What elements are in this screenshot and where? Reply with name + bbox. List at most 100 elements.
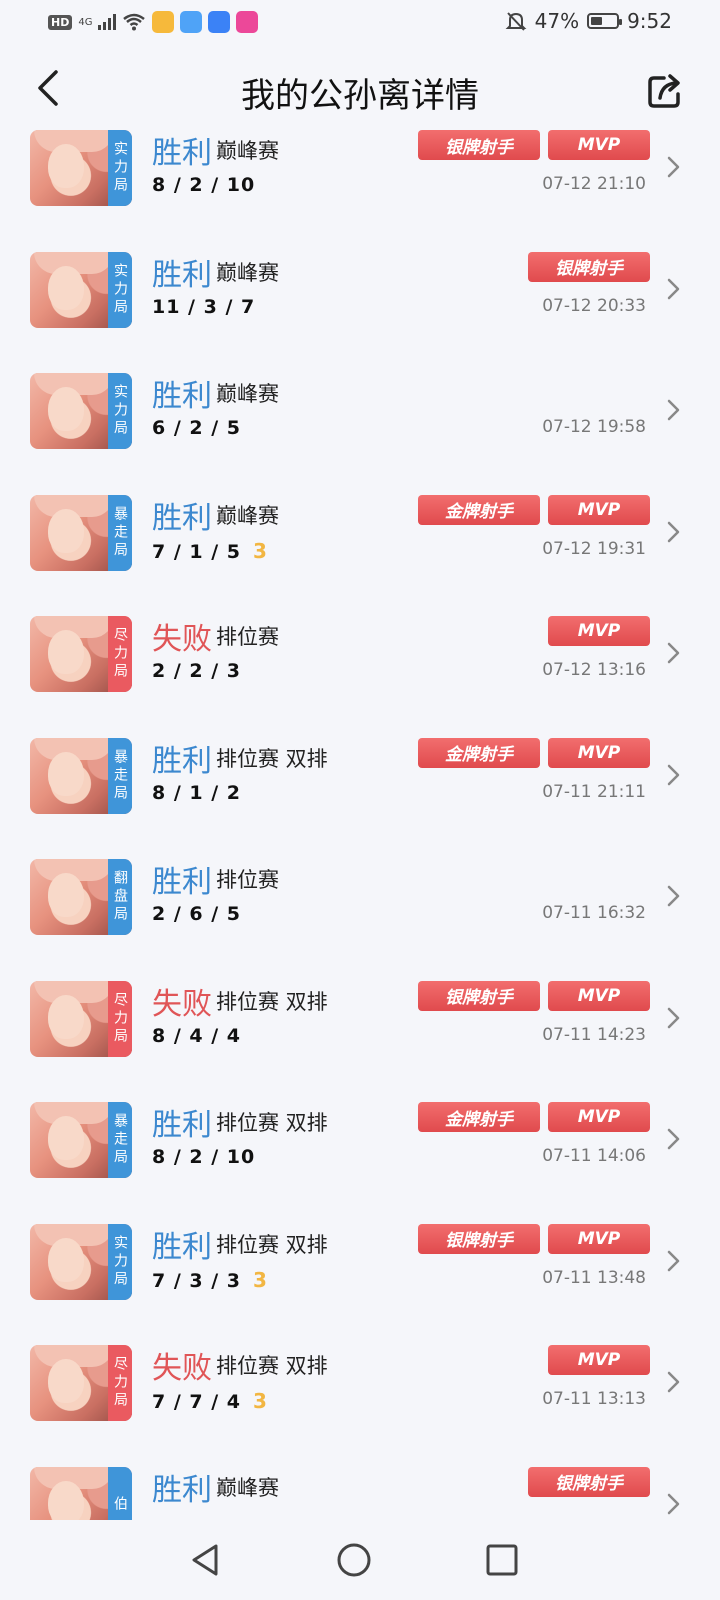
mvp-badge: MVP (548, 1345, 650, 1375)
hero-avatar: 尽力局 (30, 1345, 132, 1421)
honor-badges: MVP (548, 1345, 650, 1375)
match-time: 07-11 16:32 (542, 903, 646, 923)
match-result: 胜利 (152, 1108, 212, 1143)
match-row[interactable]: 伯胜利 巅峰赛 银牌射手 (0, 1466, 720, 1521)
kda-text: 8 / 1 / 2 (152, 781, 241, 804)
kda-stats: 7 / 1 / 5 3 (152, 539, 268, 563)
match-mode: 排位赛 双排 (216, 989, 328, 1014)
hero-avatar: 暴走局 (30, 737, 132, 814)
match-time: 07-12 13:16 (542, 660, 646, 680)
kda-stats: 8 / 4 / 4 (152, 1025, 241, 1047)
medal-badge: 金牌射手 (418, 1102, 540, 1132)
match-tag: 实力局 (108, 130, 132, 206)
match-row[interactable]: 暴走局 胜利 排位赛 双排 8 / 1 / 2 金牌射手 MVP 07-11 21:11 (0, 737, 720, 862)
back-triangle-icon[interactable] (186, 1540, 226, 1580)
signal-icon (98, 14, 117, 30)
honor-badges: 金牌射手 MVP (418, 494, 650, 525)
match-result: 胜利 (152, 1229, 212, 1265)
kda-stats: 7 / 3 / 3 3 (152, 1268, 268, 1292)
hero-avatar: 尽力局 (30, 616, 132, 692)
hero-avatar: 伯 (30, 1466, 132, 1520)
hero-avatar: 实力局 (30, 130, 132, 206)
kda-text: 2 / 6 / 5 (152, 903, 241, 925)
network-type: 4G (78, 16, 93, 28)
honor-badges: 银牌射手 (528, 1466, 650, 1497)
chevron-right-icon[interactable] (664, 636, 684, 670)
match-row[interactable]: 实力局 胜利 巅峰赛 11 / 3 / 7 银牌射手 07-12 20:33 (0, 251, 720, 376)
mvp-badge: MVP (548, 737, 650, 768)
home-circle-icon[interactable] (334, 1540, 374, 1580)
triple-kill-badge: 3 (253, 538, 268, 563)
bell-off-icon (505, 12, 527, 31)
honor-badges: 银牌射手 MVP (418, 980, 650, 1011)
status-right: 47% 9:52 (505, 9, 672, 33)
navigation-bar (0, 1520, 720, 1600)
match-row[interactable]: 尽力局 失败 排位赛 2 / 2 / 3 MVP 07-12 13:16 (0, 616, 720, 740)
match-row[interactable]: 翻盘局 胜利 排位赛 2 / 6 / 5 07-11 16:32 (0, 859, 720, 983)
chevron-right-icon[interactable] (664, 879, 684, 913)
chevron-right-icon[interactable] (664, 1001, 684, 1035)
hero-avatar: 实力局 (30, 251, 132, 328)
match-list[interactable]: 实力局 胜利 巅峰赛 8 / 2 / 10 银牌射手 MVP 07-12 21:10 实力局胜… (0, 130, 720, 1520)
app-notification-icon (152, 11, 175, 33)
kda-text: 8 / 2 / 10 (152, 174, 256, 196)
match-result: 胜利 (152, 865, 212, 900)
chevron-right-icon[interactable] (664, 1122, 684, 1156)
match-result: 胜利 (152, 379, 212, 414)
match-time: 07-11 14:06 (542, 1146, 646, 1166)
match-result: 胜利 (152, 257, 212, 293)
match-row[interactable]: 暴走局 胜利 巅峰赛 7 / 1 / 5 3 金牌射手 MVP 07-12 19:31 (0, 494, 720, 619)
clock: 9:52 (627, 9, 672, 33)
kda-text: 8 / 2 / 10 (152, 1146, 256, 1168)
battery-icon (587, 13, 623, 29)
medal-badge: 银牌射手 (418, 980, 540, 1011)
match-row[interactable]: 实力局 胜利 巅峰赛 6 / 2 / 5 07-12 19:58 (0, 373, 720, 497)
kda-text: 2 / 2 / 3 (152, 660, 241, 682)
match-tag: 尽力局 (108, 980, 132, 1057)
kda-stats: 11 / 3 / 7 (152, 296, 255, 318)
hd-badge: HD (48, 14, 73, 30)
chevron-right-icon[interactable] (664, 1487, 684, 1521)
mvp-badge: MVP (548, 980, 650, 1011)
chevron-right-icon[interactable] (664, 1365, 684, 1399)
kda-stats: 8 / 1 / 2 (152, 782, 241, 804)
match-mode: 巅峰赛 (216, 260, 279, 285)
match-mode: 排位赛 双排 (216, 1232, 328, 1257)
match-tag: 实力局 (108, 373, 132, 449)
match-tag: 翻盘局 (108, 859, 132, 935)
kda-text: 7 / 3 / 3 (152, 1269, 241, 1292)
status-left: HD 4G (48, 11, 259, 33)
chevron-right-icon[interactable] (664, 393, 684, 427)
match-result: 胜利 (152, 136, 212, 171)
match-row[interactable]: 暴走局 胜利 排位赛 双排 8 / 2 / 10 金牌射手 MVP 07-11 14:06 (0, 1102, 720, 1226)
match-row[interactable]: 尽力局 失败 排位赛 双排 8 / 4 / 4 银牌射手 MVP 07-11 14:23 (0, 980, 720, 1105)
match-time: 07-12 21:10 (542, 174, 646, 194)
chevron-right-icon[interactable] (664, 150, 684, 184)
medal-badge: 金牌射手 (418, 494, 540, 525)
chevron-right-icon[interactable] (664, 758, 684, 792)
share-icon[interactable] (646, 70, 686, 110)
chevron-right-icon[interactable] (664, 515, 684, 549)
match-time: 07-11 14:23 (542, 1024, 646, 1045)
match-row[interactable]: 实力局 胜利 巅峰赛 8 / 2 / 10 银牌射手 MVP 07-12 21:10 (0, 130, 720, 254)
match-result: 失败 (152, 1351, 212, 1386)
chevron-right-icon[interactable] (664, 272, 684, 306)
match-tag: 实力局 (108, 1223, 132, 1300)
kda-stats: 7 / 7 / 4 3 (152, 1389, 268, 1413)
match-row[interactable]: 尽力局 失败 排位赛 双排 7 / 7 / 4 3 MVP 07-11 13:13 (0, 1345, 720, 1469)
honor-badges: 金牌射手 MVP (418, 737, 650, 768)
wifi-icon (123, 13, 146, 31)
kda-stats: 8 / 2 / 10 (152, 1146, 255, 1168)
match-tag: 暴走局 (108, 494, 132, 571)
hero-avatar: 暴走局 (30, 494, 132, 571)
match-tag: 暴走局 (108, 1102, 132, 1178)
kda-stats: 8 / 2 / 10 (152, 174, 255, 196)
mvp-badge: MVP (548, 616, 650, 646)
medal-badge: 金牌射手 (418, 737, 540, 768)
match-row[interactable]: 实力局 胜利 排位赛 双排 7 / 3 / 3 3 银牌射手 MVP 07-11 13:48 (0, 1223, 720, 1348)
battery-percent: 47% (534, 9, 580, 33)
recent-apps-square-icon[interactable] (482, 1540, 522, 1580)
chevron-right-icon[interactable] (664, 1244, 684, 1278)
match-mode: 巅峰赛 (216, 139, 279, 163)
kda-text: 8 / 4 / 4 (152, 1024, 241, 1047)
